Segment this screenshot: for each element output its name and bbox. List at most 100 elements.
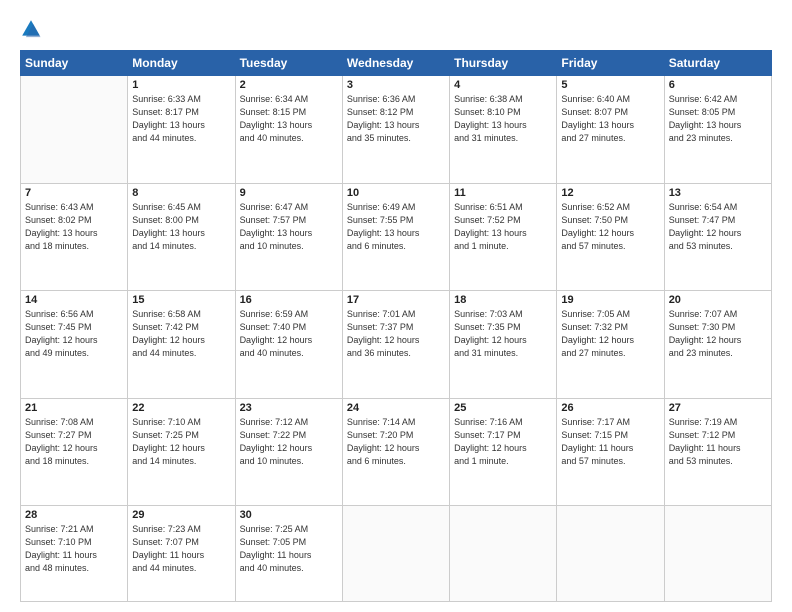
day-number: 20: [669, 294, 767, 306]
day-number: 9: [240, 187, 338, 199]
day-info: Sunrise: 6:36 AMSunset: 8:12 PMDaylight:…: [347, 93, 445, 145]
day-number: 8: [132, 187, 230, 199]
day-info: Sunrise: 7:19 AMSunset: 7:12 PMDaylight:…: [669, 416, 767, 468]
day-info: Sunrise: 6:40 AMSunset: 8:07 PMDaylight:…: [561, 93, 659, 145]
day-info: Sunrise: 7:23 AMSunset: 7:07 PMDaylight:…: [132, 523, 230, 575]
day-number: 13: [669, 187, 767, 199]
calendar-cell: 28Sunrise: 7:21 AMSunset: 7:10 PMDayligh…: [21, 506, 128, 602]
day-info: Sunrise: 7:25 AMSunset: 7:05 PMDaylight:…: [240, 523, 338, 575]
calendar-cell: 4 Sunrise: 6:38 AMSunset: 8:10 PMDaylight…: [450, 76, 557, 184]
day-number: 28: [25, 509, 123, 521]
day-number: 25: [454, 402, 552, 414]
calendar-cell: 24 Sunrise: 7:14 AMSunset: 7:20 PMDayligh…: [342, 398, 449, 506]
calendar-cell: 21 Sunrise: 7:08 AMSunset: 7:27 PMDayligh…: [21, 398, 128, 506]
day-number: 3: [347, 79, 445, 91]
day-info: Sunrise: 7:05 AMSunset: 7:32 PMDaylight:…: [561, 308, 659, 360]
day-number: 5: [561, 79, 659, 91]
calendar-cell: 22 Sunrise: 7:10 AMSunset: 7:25 PMDayligh…: [128, 398, 235, 506]
calendar-cell: 23 Sunrise: 7:12 AMSunset: 7:22 PMDayligh…: [235, 398, 342, 506]
calendar-cell: 12 Sunrise: 6:52 AMSunset: 7:50 PMDayligh…: [557, 183, 664, 291]
calendar-cell: 10 Sunrise: 6:49 AMSunset: 7:55 PMDayligh…: [342, 183, 449, 291]
calendar-cell: [664, 506, 771, 602]
weekday-header: Monday: [128, 51, 235, 76]
calendar-cell: 14Sunrise: 6:56 AMSunset: 7:45 PMDayligh…: [21, 291, 128, 399]
calendar-cell: 11Sunrise: 6:51 AMSunset: 7:52 PMDayligh…: [450, 183, 557, 291]
day-number: 16: [240, 294, 338, 306]
day-number: 29: [132, 509, 230, 521]
calendar-cell: [557, 506, 664, 602]
calendar-cell: 7 Sunrise: 6:43 AMSunset: 8:02 PMDaylight…: [21, 183, 128, 291]
day-number: 2: [240, 79, 338, 91]
day-number: 7: [25, 187, 123, 199]
calendar-cell: 5 Sunrise: 6:40 AMSunset: 8:07 PMDaylight…: [557, 76, 664, 184]
calendar-cell: 18 Sunrise: 7:03 AMSunset: 7:35 PMDayligh…: [450, 291, 557, 399]
day-info: Sunrise: 7:12 AMSunset: 7:22 PMDaylight:…: [240, 416, 338, 468]
calendar-cell: 6 Sunrise: 6:42 AMSunset: 8:05 PMDaylight…: [664, 76, 771, 184]
calendar-cell: 1 Sunrise: 6:33 AMSunset: 8:17 PMDaylight…: [128, 76, 235, 184]
day-number: 18: [454, 294, 552, 306]
day-info: Sunrise: 6:54 AMSunset: 7:47 PMDaylight:…: [669, 201, 767, 253]
calendar-cell: 16 Sunrise: 6:59 AMSunset: 7:40 PMDayligh…: [235, 291, 342, 399]
calendar-cell: [342, 506, 449, 602]
logo-icon: [20, 18, 42, 40]
weekday-header: Friday: [557, 51, 664, 76]
day-info: Sunrise: 6:42 AMSunset: 8:05 PMDaylight:…: [669, 93, 767, 145]
day-info: Sunrise: 7:08 AMSunset: 7:27 PMDaylight:…: [25, 416, 123, 468]
calendar-cell: 20Sunrise: 7:07 AMSunset: 7:30 PMDayligh…: [664, 291, 771, 399]
calendar-cell: [21, 76, 128, 184]
day-info: Sunrise: 6:56 AMSunset: 7:45 PMDaylight:…: [25, 308, 123, 360]
calendar-cell: 13 Sunrise: 6:54 AMSunset: 7:47 PMDayligh…: [664, 183, 771, 291]
day-info: Sunrise: 7:14 AMSunset: 7:20 PMDaylight:…: [347, 416, 445, 468]
logo: [20, 18, 46, 40]
calendar-cell: 19Sunrise: 7:05 AMSunset: 7:32 PMDayligh…: [557, 291, 664, 399]
day-info: Sunrise: 7:17 AMSunset: 7:15 PMDaylight:…: [561, 416, 659, 468]
day-info: Sunrise: 7:01 AMSunset: 7:37 PMDaylight:…: [347, 308, 445, 360]
calendar-cell: 15 Sunrise: 6:58 AMSunset: 7:42 PMDayligh…: [128, 291, 235, 399]
day-number: 24: [347, 402, 445, 414]
day-number: 11: [454, 187, 552, 199]
day-info: Sunrise: 6:43 AMSunset: 8:02 PMDaylight:…: [25, 201, 123, 253]
calendar-cell: 25 Sunrise: 7:16 AMSunset: 7:17 PMDayligh…: [450, 398, 557, 506]
day-number: 15: [132, 294, 230, 306]
day-info: Sunrise: 7:03 AMSunset: 7:35 PMDaylight:…: [454, 308, 552, 360]
calendar-cell: 17 Sunrise: 7:01 AMSunset: 7:37 PMDayligh…: [342, 291, 449, 399]
day-info: Sunrise: 6:52 AMSunset: 7:50 PMDaylight:…: [561, 201, 659, 253]
day-number: 23: [240, 402, 338, 414]
day-number: 22: [132, 402, 230, 414]
day-number: 21: [25, 402, 123, 414]
weekday-header: Thursday: [450, 51, 557, 76]
day-info: Sunrise: 6:34 AMSunset: 8:15 PMDaylight:…: [240, 93, 338, 145]
calendar-cell: 30Sunrise: 7:25 AMSunset: 7:05 PMDayligh…: [235, 506, 342, 602]
day-number: 6: [669, 79, 767, 91]
day-number: 1: [132, 79, 230, 91]
day-info: Sunrise: 6:38 AMSunset: 8:10 PMDaylight:…: [454, 93, 552, 145]
day-info: Sunrise: 7:16 AMSunset: 7:17 PMDaylight:…: [454, 416, 552, 468]
day-number: 27: [669, 402, 767, 414]
weekday-header: Tuesday: [235, 51, 342, 76]
day-info: Sunrise: 6:58 AMSunset: 7:42 PMDaylight:…: [132, 308, 230, 360]
calendar-table: SundayMondayTuesdayWednesdayThursdayFrid…: [20, 50, 772, 602]
page: SundayMondayTuesdayWednesdayThursdayFrid…: [0, 0, 792, 612]
day-info: Sunrise: 6:33 AMSunset: 8:17 PMDaylight:…: [132, 93, 230, 145]
day-number: 17: [347, 294, 445, 306]
day-info: Sunrise: 6:45 AMSunset: 8:00 PMDaylight:…: [132, 201, 230, 253]
day-number: 12: [561, 187, 659, 199]
calendar-cell: 3 Sunrise: 6:36 AMSunset: 8:12 PMDaylight…: [342, 76, 449, 184]
weekday-header: Sunday: [21, 51, 128, 76]
calendar-cell: [450, 506, 557, 602]
day-info: Sunrise: 6:59 AMSunset: 7:40 PMDaylight:…: [240, 308, 338, 360]
calendar-cell: 9 Sunrise: 6:47 AMSunset: 7:57 PMDaylight…: [235, 183, 342, 291]
day-info: Sunrise: 6:49 AMSunset: 7:55 PMDaylight:…: [347, 201, 445, 253]
calendar-cell: 29 Sunrise: 7:23 AMSunset: 7:07 PMDayligh…: [128, 506, 235, 602]
day-number: 10: [347, 187, 445, 199]
header: [20, 18, 772, 40]
day-number: 4: [454, 79, 552, 91]
calendar-cell: 2 Sunrise: 6:34 AMSunset: 8:15 PMDaylight…: [235, 76, 342, 184]
weekday-header: Wednesday: [342, 51, 449, 76]
day-info: Sunrise: 7:10 AMSunset: 7:25 PMDaylight:…: [132, 416, 230, 468]
calendar-cell: 8 Sunrise: 6:45 AMSunset: 8:00 PMDaylight…: [128, 183, 235, 291]
day-info: Sunrise: 6:47 AMSunset: 7:57 PMDaylight:…: [240, 201, 338, 253]
weekday-header: Saturday: [664, 51, 771, 76]
day-number: 26: [561, 402, 659, 414]
calendar-cell: 26 Sunrise: 7:17 AMSunset: 7:15 PMDayligh…: [557, 398, 664, 506]
